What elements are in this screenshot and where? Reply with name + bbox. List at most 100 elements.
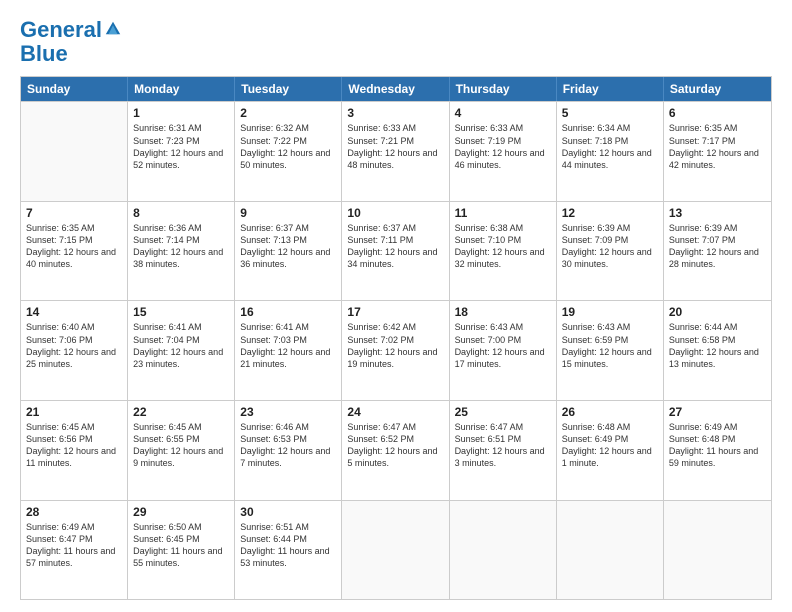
calendar-cell: 8 Sunrise: 6:36 AM Sunset: 7:14 PM Dayli…: [128, 202, 235, 301]
cell-info: Sunrise: 6:41 AM Sunset: 7:04 PM Dayligh…: [133, 321, 229, 370]
day-number: 28: [26, 505, 122, 519]
day-number: 30: [240, 505, 336, 519]
day-number: 7: [26, 206, 122, 220]
cell-info: Sunrise: 6:32 AM Sunset: 7:22 PM Dayligh…: [240, 122, 336, 171]
calendar-cell: 5 Sunrise: 6:34 AM Sunset: 7:18 PM Dayli…: [557, 102, 664, 201]
calendar-cell: 12 Sunrise: 6:39 AM Sunset: 7:09 PM Dayl…: [557, 202, 664, 301]
calendar-cell: 16 Sunrise: 6:41 AM Sunset: 7:03 PM Dayl…: [235, 301, 342, 400]
day-number: 18: [455, 305, 551, 319]
calendar-row-5: 28 Sunrise: 6:49 AM Sunset: 6:47 PM Dayl…: [21, 500, 771, 600]
day-number: 21: [26, 405, 122, 419]
header-tuesday: Tuesday: [235, 77, 342, 101]
calendar-cell: [21, 102, 128, 201]
cell-info: Sunrise: 6:43 AM Sunset: 7:00 PM Dayligh…: [455, 321, 551, 370]
calendar-cell: 22 Sunrise: 6:45 AM Sunset: 6:55 PM Dayl…: [128, 401, 235, 500]
calendar-cell: 20 Sunrise: 6:44 AM Sunset: 6:58 PM Dayl…: [664, 301, 771, 400]
calendar-cell: [450, 501, 557, 600]
cell-info: Sunrise: 6:34 AM Sunset: 7:18 PM Dayligh…: [562, 122, 658, 171]
calendar: Sunday Monday Tuesday Wednesday Thursday…: [20, 76, 772, 600]
calendar-cell: 6 Sunrise: 6:35 AM Sunset: 7:17 PM Dayli…: [664, 102, 771, 201]
logo: General Blue: [20, 18, 122, 66]
calendar-cell: [342, 501, 449, 600]
cell-info: Sunrise: 6:47 AM Sunset: 6:51 PM Dayligh…: [455, 421, 551, 470]
calendar-cell: 3 Sunrise: 6:33 AM Sunset: 7:21 PM Dayli…: [342, 102, 449, 201]
day-number: 23: [240, 405, 336, 419]
cell-info: Sunrise: 6:35 AM Sunset: 7:17 PM Dayligh…: [669, 122, 766, 171]
day-number: 15: [133, 305, 229, 319]
day-number: 2: [240, 106, 336, 120]
cell-info: Sunrise: 6:50 AM Sunset: 6:45 PM Dayligh…: [133, 521, 229, 570]
cell-info: Sunrise: 6:40 AM Sunset: 7:06 PM Dayligh…: [26, 321, 122, 370]
cell-info: Sunrise: 6:49 AM Sunset: 6:47 PM Dayligh…: [26, 521, 122, 570]
calendar-cell: 28 Sunrise: 6:49 AM Sunset: 6:47 PM Dayl…: [21, 501, 128, 600]
calendar-cell: 18 Sunrise: 6:43 AM Sunset: 7:00 PM Dayl…: [450, 301, 557, 400]
cell-info: Sunrise: 6:48 AM Sunset: 6:49 PM Dayligh…: [562, 421, 658, 470]
calendar-row-1: 1 Sunrise: 6:31 AM Sunset: 7:23 PM Dayli…: [21, 101, 771, 201]
cell-info: Sunrise: 6:33 AM Sunset: 7:21 PM Dayligh…: [347, 122, 443, 171]
calendar-cell: 13 Sunrise: 6:39 AM Sunset: 7:07 PM Dayl…: [664, 202, 771, 301]
calendar-cell: 2 Sunrise: 6:32 AM Sunset: 7:22 PM Dayli…: [235, 102, 342, 201]
header-friday: Friday: [557, 77, 664, 101]
calendar-cell: 4 Sunrise: 6:33 AM Sunset: 7:19 PM Dayli…: [450, 102, 557, 201]
calendar-cell: 30 Sunrise: 6:51 AM Sunset: 6:44 PM Dayl…: [235, 501, 342, 600]
calendar-cell: 17 Sunrise: 6:42 AM Sunset: 7:02 PM Dayl…: [342, 301, 449, 400]
calendar-cell: 7 Sunrise: 6:35 AM Sunset: 7:15 PM Dayli…: [21, 202, 128, 301]
calendar-cell: 1 Sunrise: 6:31 AM Sunset: 7:23 PM Dayli…: [128, 102, 235, 201]
day-number: 22: [133, 405, 229, 419]
header: General Blue: [20, 18, 772, 66]
cell-info: Sunrise: 6:47 AM Sunset: 6:52 PM Dayligh…: [347, 421, 443, 470]
calendar-cell: [664, 501, 771, 600]
day-number: 4: [455, 106, 551, 120]
header-saturday: Saturday: [664, 77, 771, 101]
cell-info: Sunrise: 6:37 AM Sunset: 7:13 PM Dayligh…: [240, 222, 336, 271]
calendar-body: 1 Sunrise: 6:31 AM Sunset: 7:23 PM Dayli…: [21, 101, 771, 599]
cell-info: Sunrise: 6:51 AM Sunset: 6:44 PM Dayligh…: [240, 521, 336, 570]
calendar-cell: 14 Sunrise: 6:40 AM Sunset: 7:06 PM Dayl…: [21, 301, 128, 400]
day-number: 29: [133, 505, 229, 519]
calendar-page: General Blue Sunday Monday Tuesday Wedne…: [0, 0, 792, 612]
cell-info: Sunrise: 6:43 AM Sunset: 6:59 PM Dayligh…: [562, 321, 658, 370]
calendar-row-4: 21 Sunrise: 6:45 AM Sunset: 6:56 PM Dayl…: [21, 400, 771, 500]
cell-info: Sunrise: 6:38 AM Sunset: 7:10 PM Dayligh…: [455, 222, 551, 271]
day-number: 1: [133, 106, 229, 120]
day-number: 6: [669, 106, 766, 120]
header-monday: Monday: [128, 77, 235, 101]
day-number: 25: [455, 405, 551, 419]
day-number: 16: [240, 305, 336, 319]
day-number: 27: [669, 405, 766, 419]
calendar-cell: 24 Sunrise: 6:47 AM Sunset: 6:52 PM Dayl…: [342, 401, 449, 500]
cell-info: Sunrise: 6:49 AM Sunset: 6:48 PM Dayligh…: [669, 421, 766, 470]
calendar-cell: 27 Sunrise: 6:49 AM Sunset: 6:48 PM Dayl…: [664, 401, 771, 500]
cell-info: Sunrise: 6:46 AM Sunset: 6:53 PM Dayligh…: [240, 421, 336, 470]
cell-info: Sunrise: 6:33 AM Sunset: 7:19 PM Dayligh…: [455, 122, 551, 171]
day-number: 3: [347, 106, 443, 120]
calendar-cell: [557, 501, 664, 600]
calendar-cell: 9 Sunrise: 6:37 AM Sunset: 7:13 PM Dayli…: [235, 202, 342, 301]
cell-info: Sunrise: 6:45 AM Sunset: 6:55 PM Dayligh…: [133, 421, 229, 470]
cell-info: Sunrise: 6:39 AM Sunset: 7:09 PM Dayligh…: [562, 222, 658, 271]
header-thursday: Thursday: [450, 77, 557, 101]
calendar-cell: 25 Sunrise: 6:47 AM Sunset: 6:51 PM Dayl…: [450, 401, 557, 500]
day-number: 10: [347, 206, 443, 220]
day-number: 13: [669, 206, 766, 220]
calendar-row-2: 7 Sunrise: 6:35 AM Sunset: 7:15 PM Dayli…: [21, 201, 771, 301]
header-sunday: Sunday: [21, 77, 128, 101]
cell-info: Sunrise: 6:42 AM Sunset: 7:02 PM Dayligh…: [347, 321, 443, 370]
cell-info: Sunrise: 6:41 AM Sunset: 7:03 PM Dayligh…: [240, 321, 336, 370]
calendar-cell: 21 Sunrise: 6:45 AM Sunset: 6:56 PM Dayl…: [21, 401, 128, 500]
day-number: 20: [669, 305, 766, 319]
day-number: 17: [347, 305, 443, 319]
logo-text: General: [20, 18, 102, 42]
cell-info: Sunrise: 6:35 AM Sunset: 7:15 PM Dayligh…: [26, 222, 122, 271]
cell-info: Sunrise: 6:39 AM Sunset: 7:07 PM Dayligh…: [669, 222, 766, 271]
day-number: 12: [562, 206, 658, 220]
day-number: 24: [347, 405, 443, 419]
calendar-cell: 23 Sunrise: 6:46 AM Sunset: 6:53 PM Dayl…: [235, 401, 342, 500]
calendar-cell: 29 Sunrise: 6:50 AM Sunset: 6:45 PM Dayl…: [128, 501, 235, 600]
calendar-cell: 15 Sunrise: 6:41 AM Sunset: 7:04 PM Dayl…: [128, 301, 235, 400]
calendar-row-3: 14 Sunrise: 6:40 AM Sunset: 7:06 PM Dayl…: [21, 300, 771, 400]
day-number: 9: [240, 206, 336, 220]
day-number: 14: [26, 305, 122, 319]
day-number: 11: [455, 206, 551, 220]
day-number: 26: [562, 405, 658, 419]
